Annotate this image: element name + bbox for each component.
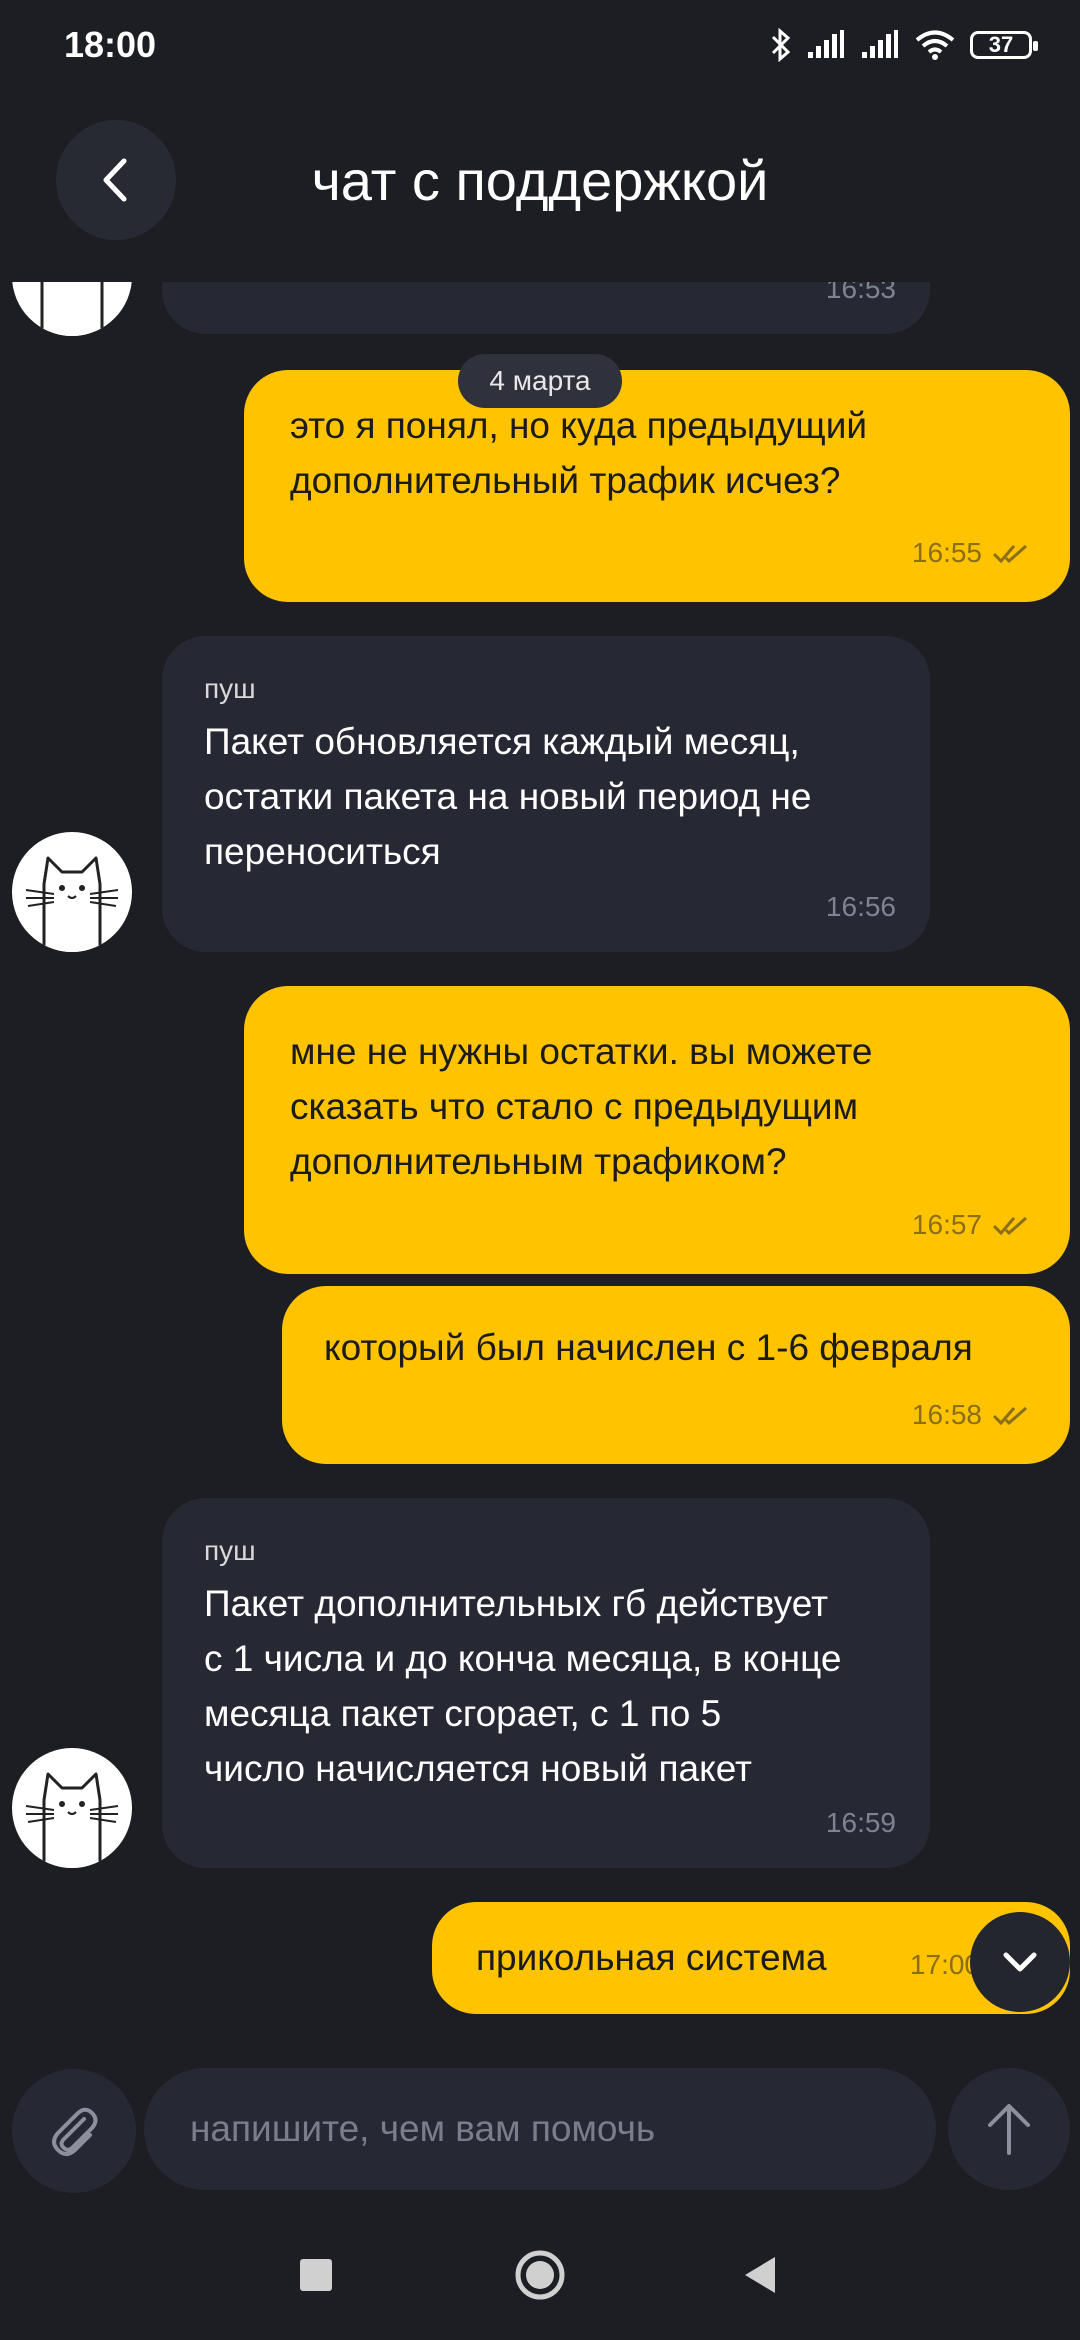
message-text-line: мне не нужны остатки. вы можете bbox=[290, 1031, 873, 1072]
send-arrow-icon bbox=[988, 2104, 1030, 2155]
page-title: чат с поддержкой bbox=[311, 149, 769, 212]
message-text-line: число начисляется новый пакет bbox=[204, 1748, 752, 1789]
message-text-line: остатки пакета на новый период не bbox=[204, 776, 812, 817]
message-input[interactable] bbox=[188, 2107, 892, 2151]
signal-icon bbox=[862, 30, 898, 58]
nav-back-icon bbox=[745, 2257, 775, 2293]
message-sender: пуш bbox=[204, 1535, 256, 1566]
message-text-line: Пакет обновляется каждый месяц, bbox=[204, 721, 800, 762]
scroll-down-button[interactable] bbox=[970, 1912, 1070, 2012]
message-text-line: месяца пакет сгорает, с 1 по 5 bbox=[204, 1693, 722, 1734]
wifi-icon bbox=[915, 30, 955, 60]
nav-back-button[interactable] bbox=[710, 2240, 810, 2310]
nav-recents-icon bbox=[300, 2259, 332, 2291]
message-input-container[interactable] bbox=[144, 2068, 936, 2190]
message-outgoing: мне не нужны остатки. вы можете сказать … bbox=[244, 986, 1070, 1274]
bluetooth-icon bbox=[771, 28, 791, 62]
cat-avatar-icon bbox=[40, 282, 104, 336]
paperclip-icon bbox=[52, 2107, 98, 2156]
message-text-line: Пакет дополнительных гб действует bbox=[204, 1583, 829, 1624]
attach-button[interactable] bbox=[12, 2069, 136, 2193]
message-sender: пуш bbox=[204, 673, 256, 704]
message-text-line: с 1 числа и до конча месяца, в конце bbox=[204, 1638, 842, 1679]
message-time: 16:57 bbox=[912, 1197, 1030, 1252]
message-time: 16:58 bbox=[912, 1387, 1030, 1442]
double-check-icon bbox=[992, 1216, 1027, 1235]
message-time: 16:53 bbox=[825, 282, 896, 304]
avatar bbox=[12, 282, 132, 336]
message-time: 16:56 bbox=[825, 891, 896, 922]
message-outgoing: это я понял, но куда предыдущий дополнит… bbox=[244, 370, 1070, 602]
message-text-line: который был начислен с 1-6 февраля bbox=[324, 1327, 973, 1368]
cat-avatar-icon bbox=[25, 856, 119, 952]
avatar bbox=[12, 832, 132, 952]
send-button[interactable] bbox=[948, 2068, 1070, 2190]
signal-icon bbox=[808, 30, 844, 58]
cat-avatar-icon bbox=[25, 1772, 119, 1868]
date-separator: 4 марта bbox=[458, 354, 622, 408]
message-text-line: дополнительный трафик исчез? bbox=[290, 460, 841, 501]
avatar bbox=[12, 1748, 132, 1868]
message-time: 16:59 bbox=[825, 1807, 896, 1838]
message-text-line: дополнительным трафиком? bbox=[290, 1141, 787, 1182]
message-incoming: пуш Пакет дополнительных гб действует с … bbox=[162, 1498, 930, 1868]
message-incoming: 16:53 bbox=[162, 282, 930, 334]
double-check-icon bbox=[992, 1406, 1027, 1425]
message-text-line: сказать что стало с предыдущим bbox=[290, 1086, 859, 1127]
battery-icon: 37 bbox=[970, 31, 1038, 59]
message-time: 16:55 bbox=[912, 525, 1030, 580]
scroll-down-icon bbox=[1003, 1952, 1037, 1972]
status-icons: 37 bbox=[770, 28, 1038, 62]
nav-home-button[interactable] bbox=[490, 2240, 590, 2310]
message-text-line: переноситься bbox=[204, 831, 441, 872]
message-incoming: пуш Пакет обновляется каждый месяц, оста… bbox=[162, 636, 930, 952]
status-time: 18:00 bbox=[64, 24, 157, 65]
nav-home-icon bbox=[515, 2250, 565, 2300]
message-outgoing: который был начислен с 1-6 февраля 16:58 bbox=[282, 1286, 1070, 1464]
double-check-icon bbox=[992, 544, 1027, 563]
message-text-line: это я понял, но куда предыдущий bbox=[290, 405, 868, 446]
nav-recents-button[interactable] bbox=[266, 2240, 366, 2310]
